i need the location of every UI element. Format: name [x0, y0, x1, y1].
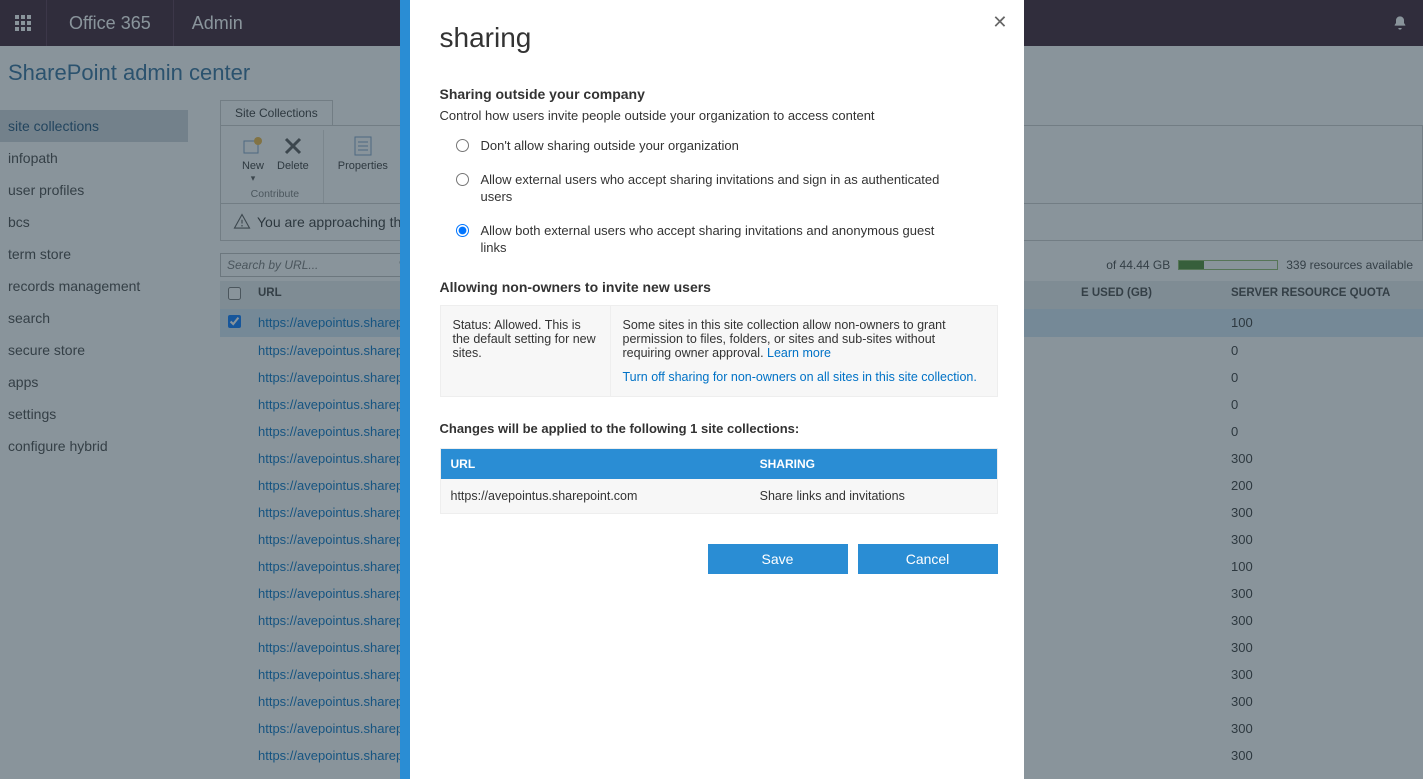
section-non-owners-heading: Allowing non-owners to invite new users [440, 279, 998, 295]
radio-allow-both[interactable] [456, 224, 469, 237]
non-owners-status-box: Status: Allowed. This is the default set… [440, 305, 998, 397]
applied-heading: Changes will be applied to the following… [440, 421, 998, 436]
section-sharing-outside-heading: Sharing outside your company [440, 86, 998, 102]
turn-off-sharing-link[interactable]: Turn off sharing for non-owners on all s… [623, 370, 977, 384]
radio-allow-external-label: Allow external users who accept sharing … [481, 171, 956, 206]
cancel-button[interactable]: Cancel [858, 544, 998, 574]
radio-dont-allow-label: Don't allow sharing outside your organiz… [481, 137, 739, 155]
radio-allow-both-label: Allow both external users who accept sha… [481, 222, 956, 257]
close-button[interactable]: ✕ [992, 12, 1007, 33]
sharing-modal: ✕ sharing Sharing outside your company C… [400, 0, 1024, 779]
radio-dont-allow[interactable] [456, 139, 469, 152]
learn-more-link[interactable]: Learn more [767, 346, 831, 360]
radio-allow-external[interactable] [456, 173, 469, 186]
save-button[interactable]: Save [708, 544, 848, 574]
affected-sites-table: URL SHARING https://avepointus.sharepoin… [440, 448, 998, 514]
col-header-url: URL [440, 448, 750, 479]
modal-title: sharing [440, 22, 998, 54]
table-row: https://avepointus.sharepoint.com Share … [440, 479, 997, 514]
col-header-sharing: SHARING [750, 448, 997, 479]
